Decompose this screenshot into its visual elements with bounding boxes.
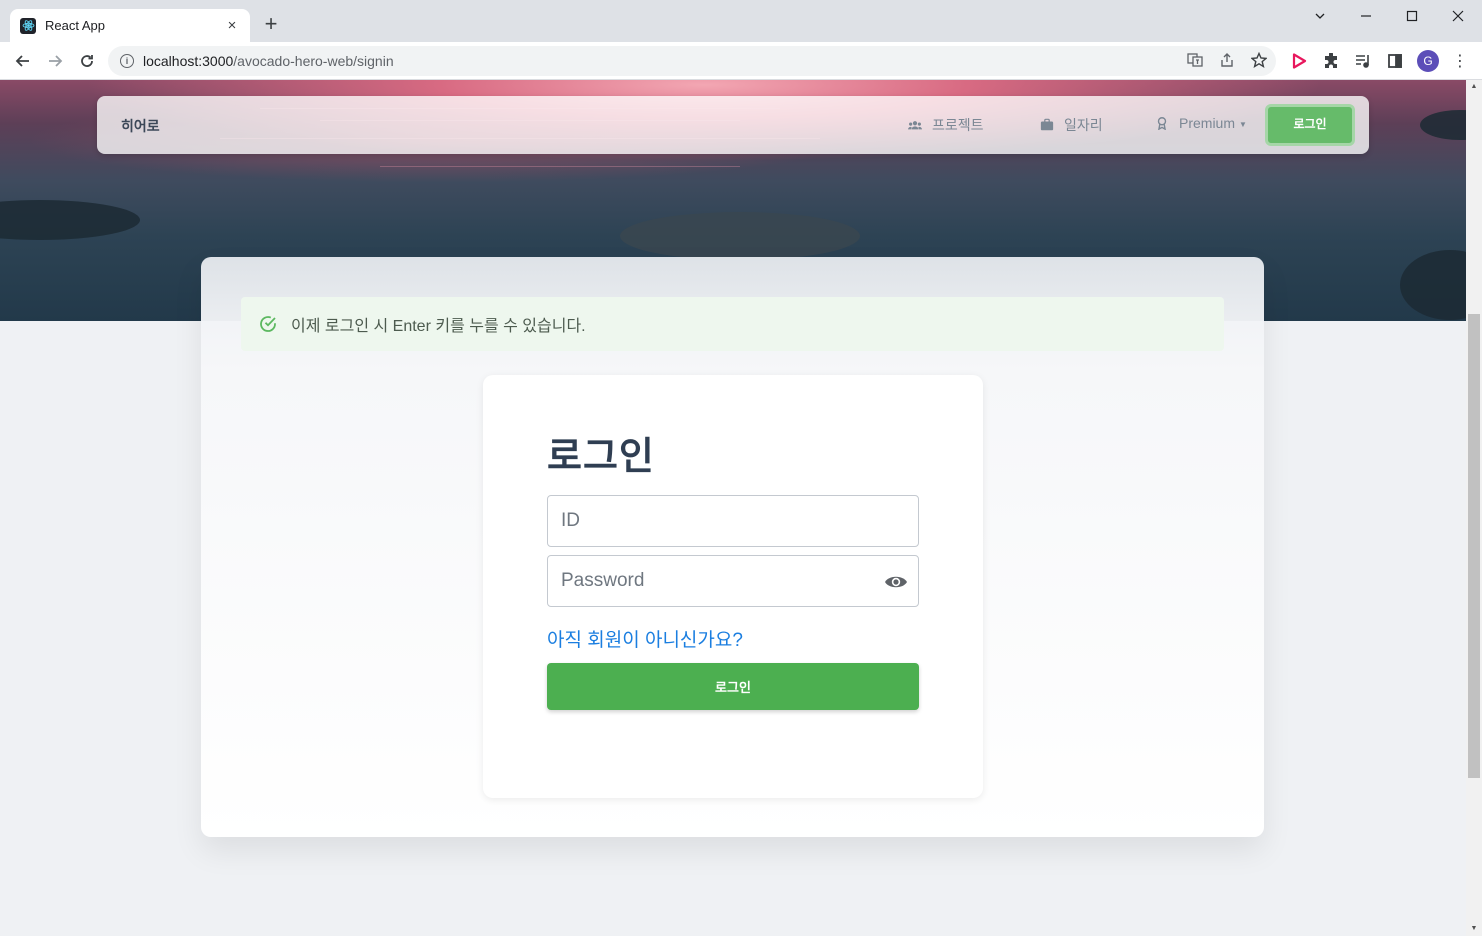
- nav-projects-label: 프로젝트: [932, 117, 984, 133]
- password-input[interactable]: [548, 556, 918, 606]
- browser-menu-icon[interactable]: ⋮: [1450, 51, 1470, 71]
- scroll-down-icon[interactable]: ▼: [1466, 922, 1482, 936]
- reload-icon[interactable]: [76, 50, 98, 72]
- browser-tab[interactable]: React App ×: [10, 9, 250, 42]
- extensions-puzzle-icon[interactable]: [1321, 51, 1341, 71]
- play-extension-icon[interactable]: [1289, 51, 1309, 71]
- badge-icon: [1157, 117, 1167, 130]
- id-field: [547, 495, 919, 547]
- site-info-icon[interactable]: i: [120, 54, 134, 68]
- users-icon: [908, 121, 922, 130]
- minimize-icon[interactable]: [1343, 4, 1389, 28]
- react-logo-icon: [20, 17, 36, 34]
- login-title: 로그인: [547, 436, 655, 478]
- page-scrollbar[interactable]: ▲ ▼: [1466, 80, 1482, 936]
- id-input[interactable]: [548, 496, 918, 546]
- login-submit-button[interactable]: 로그인: [547, 663, 919, 710]
- close-window-icon[interactable]: [1435, 4, 1481, 28]
- brand-logo[interactable]: 히어로: [121, 116, 160, 136]
- caret-down-icon: ▼: [1239, 120, 1247, 129]
- tab-title: React App: [45, 18, 105, 33]
- translate-icon[interactable]: [1185, 50, 1205, 70]
- signup-link[interactable]: 아직 회원이 아니신가요?: [547, 625, 743, 652]
- tab-search-icon[interactable]: [1297, 4, 1343, 28]
- new-tab-button[interactable]: +: [260, 13, 282, 36]
- media-queue-icon[interactable]: [1353, 51, 1373, 71]
- browser-chrome: React App × + i localhost:3000/avocado-h: [0, 0, 1482, 80]
- password-field: [547, 555, 919, 607]
- briefcase-icon: [1040, 118, 1054, 131]
- top-navbar: 히어로 프로젝트 일자리 Premium ▼ 로그인: [97, 96, 1369, 154]
- nav-premium-dropdown[interactable]: Premium ▼: [1155, 115, 1247, 131]
- share-icon[interactable]: [1217, 50, 1237, 70]
- nav-jobs-label: 일자리: [1064, 117, 1103, 133]
- nav-premium-label: Premium: [1179, 115, 1236, 131]
- alert-message: 이제 로그인 시 Enter 키를 누를 수 있습니다.: [291, 318, 586, 335]
- forward-icon[interactable]: [44, 50, 66, 72]
- eye-icon[interactable]: [884, 571, 908, 593]
- tab-strip: React App × +: [0, 0, 1482, 42]
- address-bar[interactable]: i localhost:3000/avocado-hero-web/signin: [108, 46, 1276, 76]
- info-alert: 이제 로그인 시 Enter 키를 누를 수 있습니다.: [241, 297, 1224, 351]
- signin-section-card: 이제 로그인 시 Enter 키를 누를 수 있습니다. 로그인 아직 회원이 …: [201, 257, 1264, 837]
- url-path: /avocado-hero-web/signin: [233, 53, 394, 69]
- navbar-login-button[interactable]: 로그인: [1265, 104, 1355, 146]
- bookmark-star-icon[interactable]: [1249, 50, 1269, 70]
- login-form-card: 로그인 아직 회원이 아니신가요? 로그인: [483, 375, 983, 798]
- browser-toolbar: i localhost:3000/avocado-hero-web/signin: [0, 42, 1482, 80]
- tab-close-icon[interactable]: ×: [224, 17, 240, 34]
- back-icon[interactable]: [12, 50, 34, 72]
- maximize-icon[interactable]: [1389, 4, 1435, 28]
- side-panel-icon[interactable]: [1385, 51, 1405, 71]
- url-host: localhost:3000: [143, 53, 234, 69]
- check-circle-icon: [260, 316, 276, 332]
- scroll-thumb[interactable]: [1468, 314, 1480, 778]
- nav-jobs[interactable]: 일자리: [1040, 115, 1103, 135]
- profile-avatar[interactable]: G: [1417, 50, 1439, 72]
- scroll-up-icon[interactable]: ▲: [1466, 80, 1482, 94]
- nav-projects[interactable]: 프로젝트: [908, 115, 984, 135]
- page-viewport: 히어로 프로젝트 일자리 Premium ▼ 로그인 이제 로그인 시 Ente…: [0, 80, 1466, 936]
